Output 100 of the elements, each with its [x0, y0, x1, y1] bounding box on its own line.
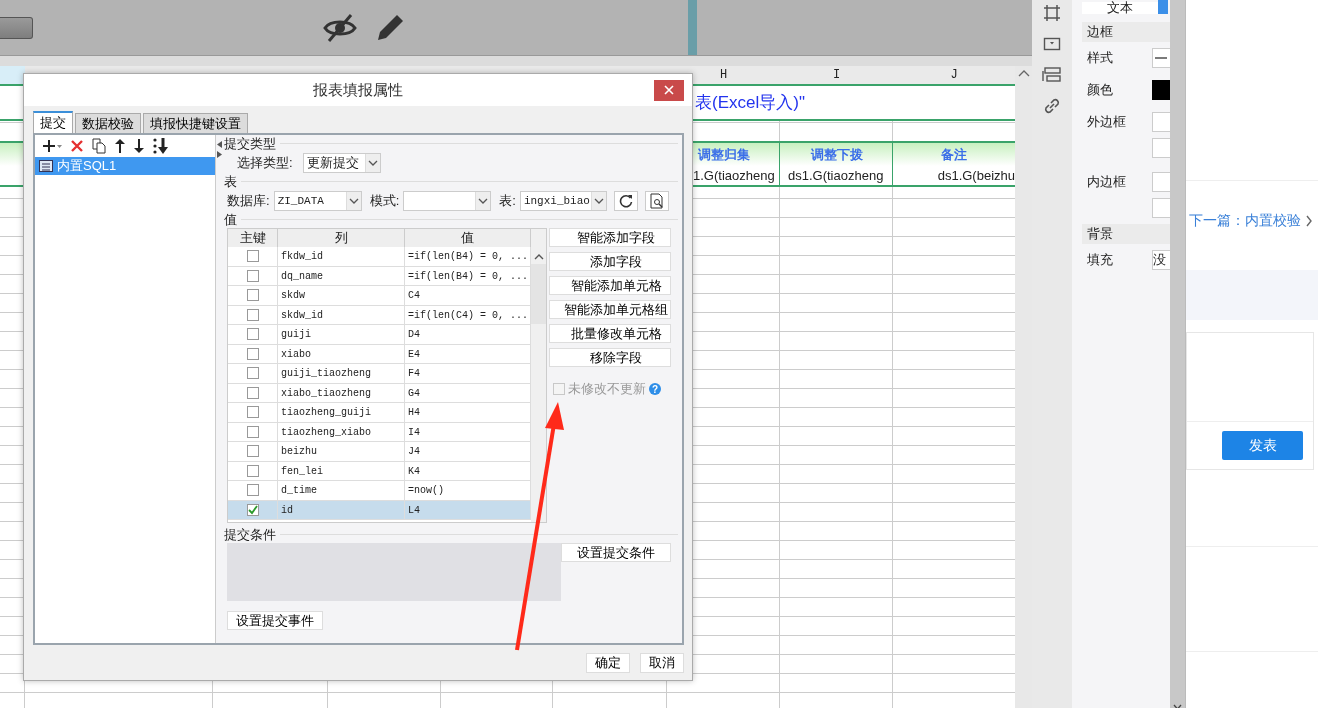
property-label: 内边框	[1087, 173, 1127, 191]
column-header[interactable]: I	[832, 66, 841, 84]
checkbox[interactable]	[246, 308, 259, 321]
row-highlight[interactable]	[228, 364, 278, 384]
table-cell: L4	[405, 500, 531, 520]
checkbox[interactable]	[246, 503, 259, 516]
row-highlight[interactable]	[228, 325, 278, 345]
checkbox[interactable]	[246, 464, 259, 477]
copy-icon[interactable]	[91, 138, 107, 154]
action-button[interactable]: 智能添加字段	[549, 228, 671, 247]
border-picker[interactable]	[1152, 112, 1170, 132]
field-label: 数据库:	[227, 191, 270, 210]
scrollbar[interactable]	[1015, 66, 1032, 708]
link-icon[interactable]	[1043, 97, 1061, 115]
row-highlight[interactable]	[228, 442, 278, 462]
row-highlight[interactable]	[228, 403, 278, 423]
row-highlight[interactable]	[228, 266, 278, 286]
dropdown[interactable]: ZI_DATA	[273, 190, 362, 211]
checkbox[interactable]	[246, 386, 259, 399]
column-header[interactable]: J	[950, 66, 958, 84]
checkbox[interactable]	[246, 367, 259, 380]
dialog-button[interactable]: 确定	[586, 652, 630, 673]
scroll-thumb[interactable]	[531, 264, 546, 324]
dropdown-box-icon[interactable]	[1043, 35, 1061, 53]
field-label: 选择类型:	[237, 153, 293, 172]
layout-icon[interactable]	[1042, 66, 1062, 84]
frame-icon[interactable]	[1043, 4, 1061, 22]
border-picker[interactable]	[1152, 172, 1170, 192]
scrollbar[interactable]	[531, 229, 546, 522]
set-event-button[interactable]: 设置提交事件	[227, 611, 323, 630]
table-icon	[39, 160, 53, 172]
checkbox[interactable]	[246, 289, 259, 302]
set-condition-button[interactable]: 设置提交条件	[561, 543, 671, 562]
action-button[interactable]: 智能添加单元格	[549, 276, 671, 295]
checkbox[interactable]	[246, 406, 259, 419]
refresh-button[interactable]	[613, 190, 638, 211]
publish-button[interactable]: 发表	[1222, 431, 1303, 460]
column-title: 调整归集	[697, 145, 750, 164]
border-picker[interactable]	[1152, 198, 1170, 218]
column-marker	[688, 0, 697, 55]
action-button[interactable]: 移除字段	[549, 348, 671, 367]
tab[interactable]: 数据校验	[75, 113, 141, 133]
tab-marker	[1158, 0, 1168, 14]
tab[interactable]: 文本	[1082, 2, 1158, 14]
color-swatch[interactable]	[1152, 80, 1170, 100]
dialog-title: 报表填报属性	[312, 80, 404, 100]
splitter-arrows-icon[interactable]	[216, 141, 222, 159]
row-highlight[interactable]	[228, 481, 278, 501]
action-button[interactable]: 批量修改单元格	[549, 324, 671, 343]
row-highlight[interactable]	[228, 461, 278, 481]
tab[interactable]: 填报快捷键设置	[143, 113, 248, 133]
tab[interactable]: 提交	[33, 111, 73, 133]
row-highlight[interactable]	[228, 344, 278, 364]
section-label: 值	[224, 210, 237, 229]
chevron-down-icon	[364, 153, 380, 172]
add-icon[interactable]	[41, 138, 63, 154]
dropdown[interactable]: ingxi_biao	[519, 190, 607, 211]
field-label: 表:	[499, 191, 516, 210]
property-label: 颜色	[1087, 81, 1114, 99]
toolbar-button[interactable]	[0, 16, 33, 39]
chevron-right-icon[interactable]	[1305, 214, 1313, 228]
row-highlight[interactable]	[228, 286, 278, 306]
pencil-icon[interactable]	[375, 12, 405, 43]
section-header: 边框	[1082, 22, 1170, 42]
dropdown[interactable]: 更新提交	[302, 152, 381, 173]
table-cell: fen_lei	[278, 461, 405, 481]
arrow-up-icon[interactable]	[114, 138, 126, 154]
scroll-up-icon[interactable]	[533, 253, 544, 260]
row-highlight[interactable]	[228, 305, 278, 325]
sort-down-icon[interactable]	[152, 137, 170, 155]
cell-text: ds1.G(tiaozheng	[788, 167, 884, 185]
checkbox[interactable]	[246, 250, 259, 263]
checkbox[interactable]	[246, 484, 259, 497]
checkbox[interactable]	[246, 347, 259, 360]
table-cell: beizhu	[278, 442, 405, 462]
table-cell: tiaozheng_guiji	[278, 403, 405, 423]
dialog-button[interactable]: 取消	[640, 652, 684, 673]
checkbox[interactable]	[246, 269, 259, 282]
checkbox[interactable]	[246, 425, 259, 438]
dropdown[interactable]	[403, 190, 492, 211]
column-title: 调整下拨	[810, 145, 863, 164]
preview-button[interactable]	[644, 190, 669, 211]
row-highlight[interactable]	[228, 500, 278, 520]
row-highlight[interactable]	[228, 383, 278, 403]
checkbox[interactable]	[246, 328, 259, 341]
fill-dropdown[interactable]: 没	[1152, 250, 1170, 270]
line-style-picker[interactable]	[1152, 48, 1170, 68]
scrollbar[interactable]	[1170, 0, 1185, 708]
action-button[interactable]: 添加字段	[549, 252, 671, 271]
close-button[interactable]	[654, 79, 684, 101]
delete-icon[interactable]	[70, 139, 84, 153]
checkbox[interactable]	[246, 445, 259, 458]
row-highlight[interactable]	[228, 247, 278, 267]
next-article-link[interactable]: 下一篇：内置校验	[1189, 212, 1301, 230]
eye-slash-icon[interactable]	[323, 12, 357, 43]
arrow-down-icon[interactable]	[133, 138, 145, 154]
action-button[interactable]: 智能添加单元格组	[549, 300, 671, 319]
column-header[interactable]: H	[719, 66, 728, 84]
border-picker[interactable]	[1152, 138, 1170, 158]
row-highlight[interactable]	[228, 422, 278, 442]
